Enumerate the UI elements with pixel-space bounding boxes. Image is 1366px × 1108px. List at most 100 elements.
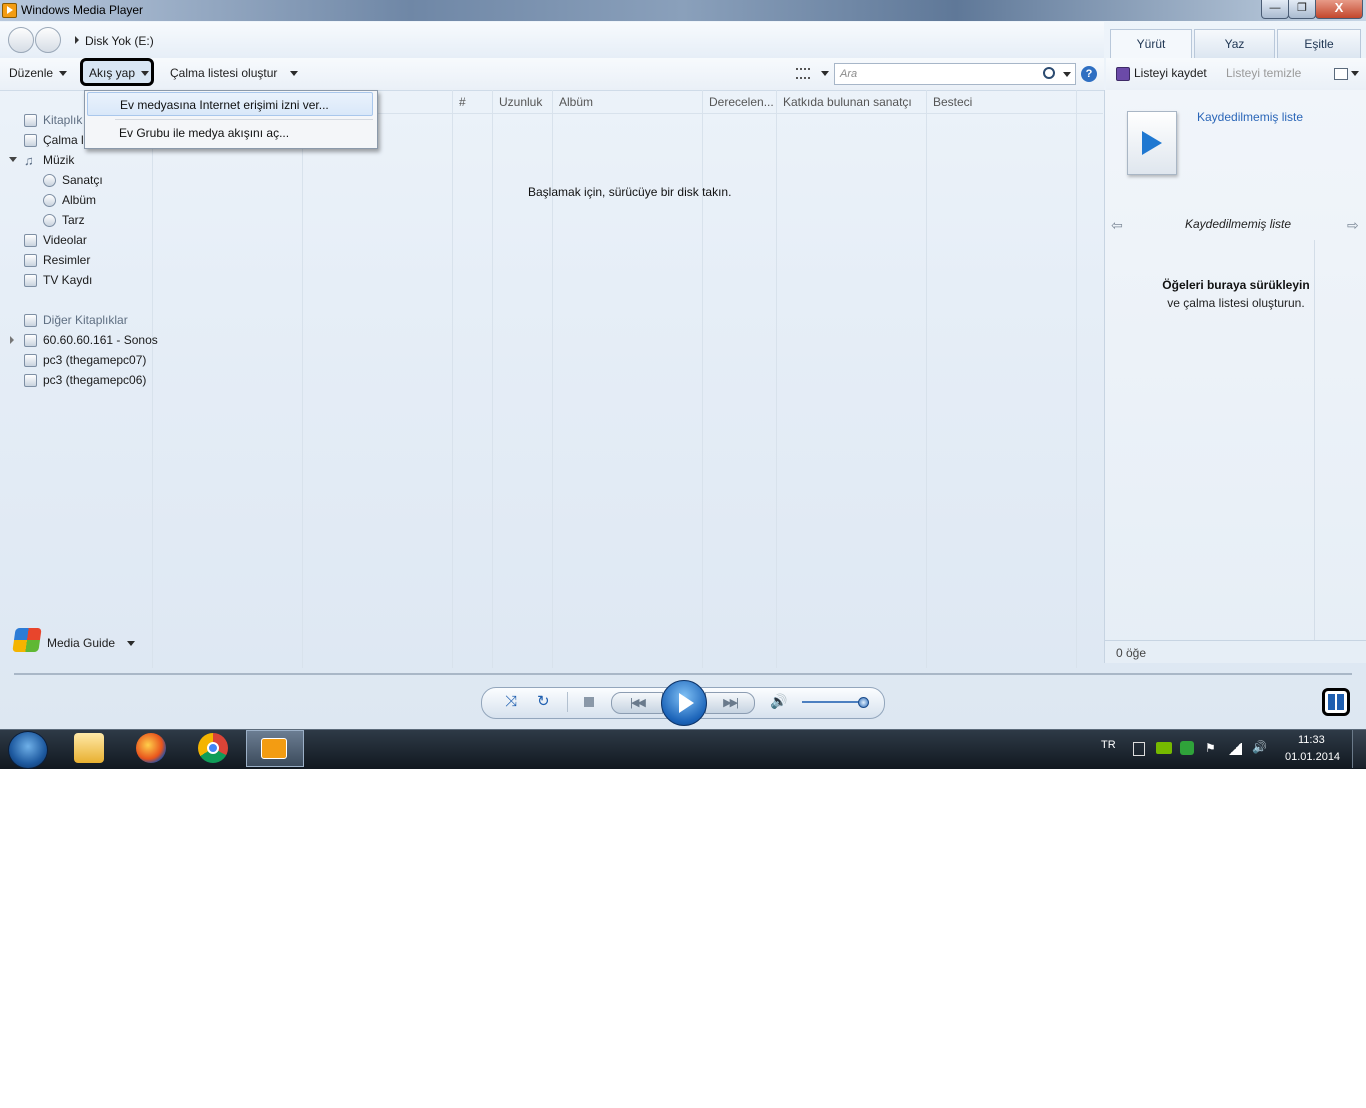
chevron-down-icon[interactable] [1351, 71, 1359, 76]
arrow-right-icon[interactable]: ⇨ [1347, 217, 1359, 234]
firefox-icon[interactable] [136, 733, 166, 763]
playlist-icon [1127, 111, 1177, 175]
nav-item-recorded-tv[interactable]: TV Kaydı [43, 273, 92, 287]
network-icon[interactable] [1228, 743, 1242, 755]
forward-button[interactable] [35, 27, 61, 53]
close-button[interactable]: X [1315, 0, 1363, 19]
organize-button[interactable]: Düzenle [9, 66, 53, 80]
drag-hint-subtitle: ve çalma listesi oluşturun. [1167, 296, 1305, 310]
back-button[interactable] [8, 27, 34, 53]
nav-item-thegamepc06[interactable]: pc3 (thegamepc06) [43, 373, 146, 387]
expand-arrow-icon[interactable] [10, 336, 14, 344]
help-icon[interactable]: ? [1081, 66, 1097, 82]
tab-sync[interactable]: Eşitle [1277, 29, 1361, 58]
show-desktop-button[interactable] [1352, 730, 1366, 768]
seek-bar[interactable] [14, 673, 1352, 675]
column-header-composer[interactable]: Besteci [933, 90, 972, 114]
chevron-down-icon[interactable] [821, 71, 829, 76]
tv-icon [24, 274, 37, 287]
mail-app-icon[interactable] [74, 733, 104, 763]
chrome-center [207, 742, 219, 754]
start-button[interactable] [8, 731, 48, 769]
tab-burn[interactable]: Yaz [1194, 29, 1275, 58]
shuffle-icon[interactable]: ⤨ [505, 693, 517, 710]
tab-play[interactable]: Yürüt [1110, 29, 1192, 58]
list-options-icon[interactable] [1334, 68, 1348, 80]
column-header-contributing-artist[interactable]: Katkıda bulunan sanatçı [783, 90, 912, 114]
volume-slider-thumb[interactable] [858, 697, 869, 708]
volume-icon[interactable]: 🔊 [770, 693, 787, 710]
nav-item-artist[interactable]: Sanatçı [62, 173, 103, 187]
clear-list-button[interactable]: Listeyi temizle [1226, 66, 1301, 80]
expand-arrow-icon[interactable] [9, 157, 17, 162]
maximize-button[interactable]: ❐ [1288, 0, 1316, 19]
taskbar-media-player-button[interactable] [246, 730, 304, 767]
chevron-down-icon[interactable] [290, 71, 298, 76]
view-options-icon[interactable] [796, 68, 810, 79]
media-guide-button[interactable]: Media Guide [47, 636, 115, 650]
search-icon[interactable] [1043, 67, 1055, 79]
column-divider [776, 90, 777, 668]
empty-message: Başlamak için, sürücüye bir disk takın. [528, 185, 732, 199]
media-player-app-icon [2, 3, 17, 18]
play-button[interactable] [661, 680, 707, 726]
next-icon[interactable]: ▶▶| [705, 692, 755, 714]
language-indicator[interactable]: TR [1101, 739, 1116, 751]
menu-separator [115, 119, 373, 120]
list-title[interactable]: Kaydedilmemiş liste [1185, 217, 1291, 231]
menu-item-homegroup-streaming[interactable]: Ev Grubu ile medya akışını aç... [87, 121, 373, 145]
chevron-down-icon[interactable] [1063, 72, 1071, 77]
album-icon [43, 194, 56, 207]
search-input[interactable]: Ara [834, 63, 1076, 85]
column-header-number[interactable]: # [459, 90, 466, 114]
create-playlist-button[interactable]: Çalma listesi oluştur [170, 66, 277, 80]
volume-slider[interactable] [802, 701, 866, 703]
switch-to-now-playing-button[interactable] [1322, 688, 1350, 716]
network-library-icon [24, 374, 37, 387]
unsaved-list-link[interactable]: Kaydedilmemiş liste [1197, 110, 1303, 124]
security-icon[interactable] [1180, 741, 1194, 755]
artist-icon [43, 174, 56, 187]
clock-date[interactable]: 01.01.2014 [1285, 751, 1340, 763]
menu-item-allow-internet-access[interactable]: Ev medyasına Internet erişimi izni ver..… [87, 92, 373, 116]
nvidia-icon[interactable] [1156, 742, 1172, 754]
nav-item-music[interactable]: Müzik [43, 153, 74, 167]
nav-item-playlists[interactable]: Çalma l [43, 133, 84, 147]
breadcrumb[interactable]: Disk Yok (E:) [85, 34, 154, 48]
stop-icon[interactable] [584, 697, 594, 707]
library-icon [24, 114, 37, 127]
nav-item-other-libraries[interactable]: Diğer Kitaplıklar [43, 313, 128, 327]
column-header-rating[interactable]: Derecelen... [709, 90, 774, 114]
chevron-down-icon [59, 71, 67, 76]
chevron-down-icon[interactable] [127, 641, 135, 646]
speaker-icon[interactable]: 🔊 [1252, 740, 1267, 754]
save-list-button[interactable]: Listeyi kaydet [1134, 66, 1207, 80]
chrome-icon[interactable] [198, 733, 228, 763]
repeat-icon[interactable]: ↻ [537, 692, 550, 710]
nav-item-sonos[interactable]: 60.60.60.161 - Sonos [43, 333, 158, 347]
nav-item-thegamepc07[interactable]: pc3 (thegamepc07) [43, 353, 146, 367]
column-divider [926, 90, 927, 668]
column-divider [492, 90, 493, 668]
stream-button[interactable]: Akış yap [80, 58, 154, 86]
nav-item-videos[interactable]: Videolar [43, 233, 87, 247]
usb-icon[interactable] [1133, 742, 1145, 756]
minimize-button[interactable]: — [1261, 0, 1289, 19]
title-bar[interactable]: Windows Media Player — ❐ X [0, 0, 1366, 21]
nav-item-library[interactable]: Kitaplık [43, 113, 82, 127]
column-divider [702, 90, 703, 668]
nav-item-genre[interactable]: Tarz [62, 213, 85, 227]
column-header-length[interactable]: Uzunluk [499, 90, 542, 114]
arrow-left-icon[interactable]: ⇦ [1111, 217, 1123, 234]
column-divider [452, 90, 453, 668]
network-library-icon [24, 334, 37, 347]
breadcrumb-arrow-icon [75, 36, 79, 44]
nav-item-pictures[interactable]: Resimler [43, 253, 90, 267]
previous-icon[interactable]: |◀◀ [611, 692, 663, 714]
column-header-album[interactable]: Albüm [559, 90, 593, 114]
nav-item-album[interactable]: Albüm [62, 193, 96, 207]
column-divider [552, 90, 553, 668]
flag-icon[interactable]: ⚑ [1205, 741, 1216, 755]
menu-item-label: Ev Grubu ile medya akışını aç... [119, 126, 290, 140]
clock-time[interactable]: 11:33 [1298, 734, 1325, 746]
